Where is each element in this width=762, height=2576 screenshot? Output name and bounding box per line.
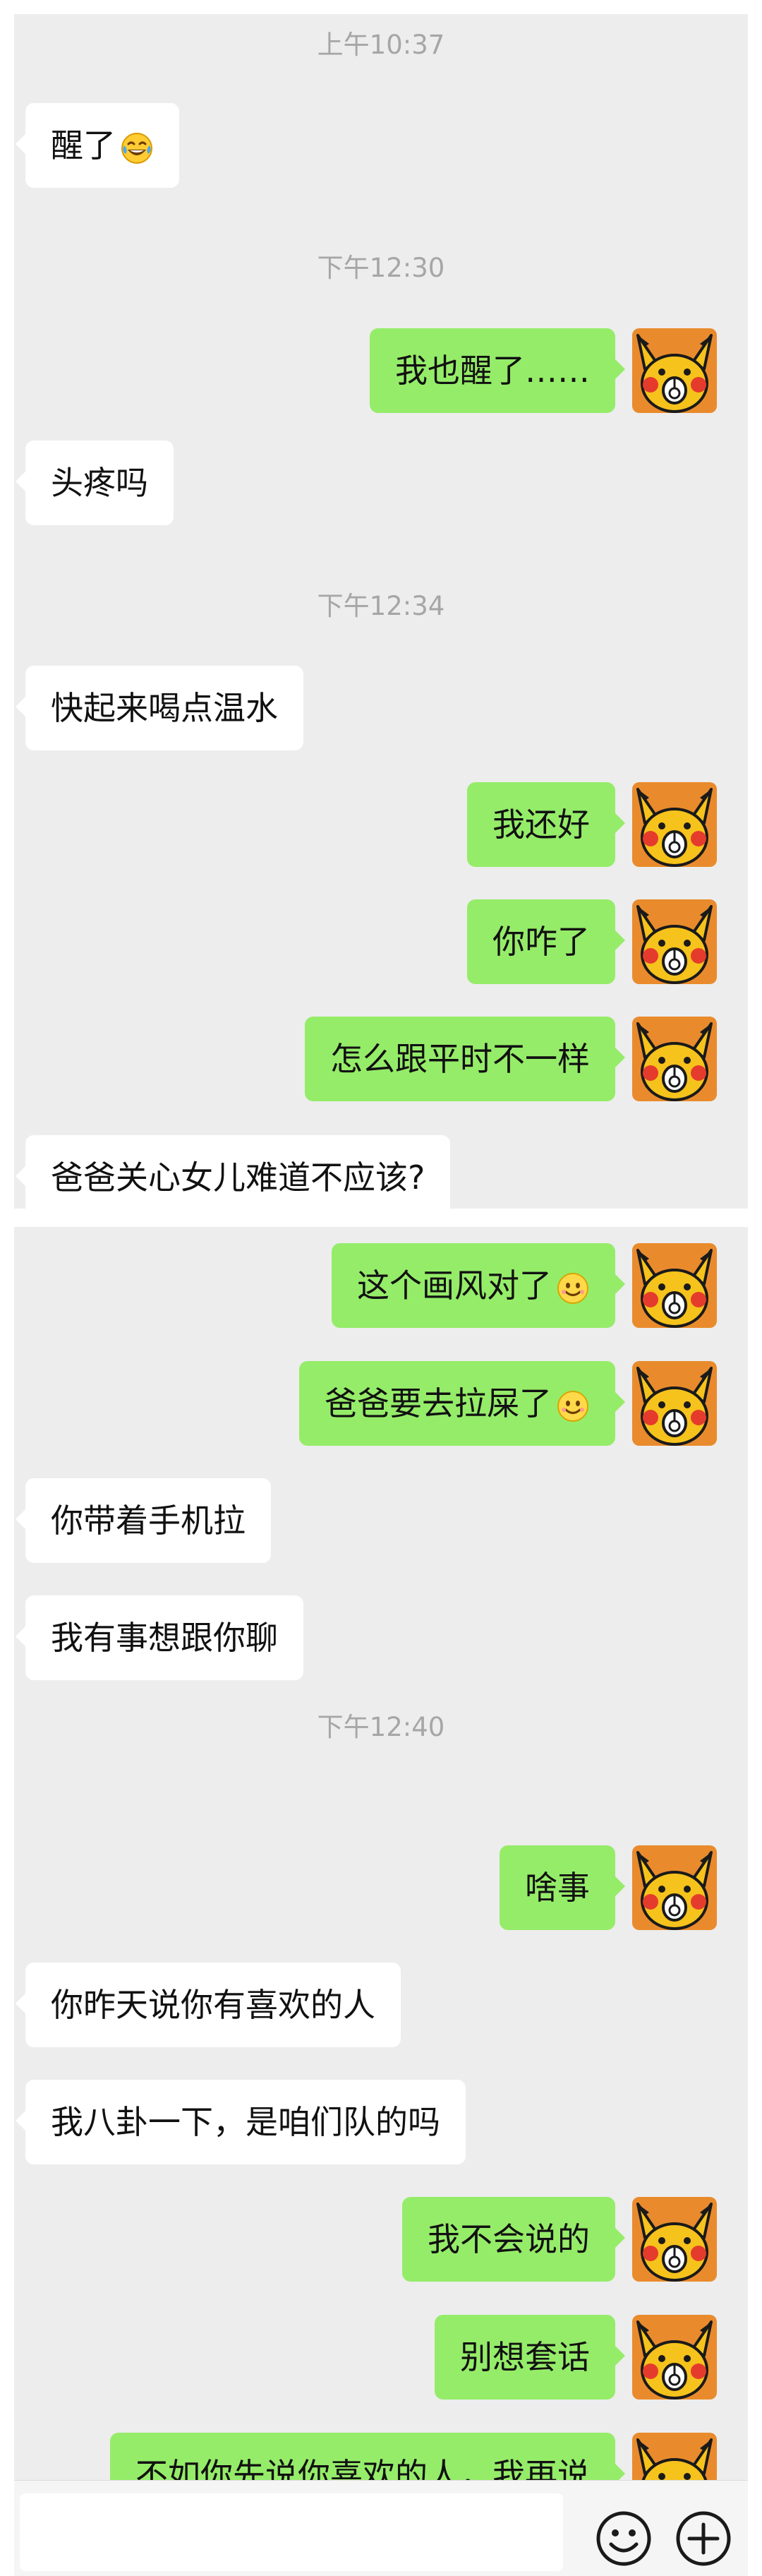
user-avatar-icon[interactable] [632,328,717,413]
timestamp: 下午12:40 [317,1712,445,1742]
sent-message-row: 我也醒了…… [14,328,748,413]
received-message-row: 醒了 [14,103,748,188]
message-text: 你带着手机拉 [51,1502,246,1540]
received-message-row: 爸爸关心女儿难道不应该? [14,1135,748,1220]
received-message-bubble[interactable]: 我有事想跟你聊 [16,1595,303,1680]
user-avatar-icon[interactable] [632,899,717,984]
sent-message-row: 我不会说的 [14,2197,748,2282]
sent-message-row: 别想套话 [14,2315,748,2400]
message-text: 你昨天说你有喜欢的人 [51,1986,375,2024]
received-message-row: 我有事想跟你聊 [14,1595,748,1680]
smile-emoji-icon [552,1384,590,1422]
sent-message-bubble[interactable]: 爸爸要去拉屎了 [299,1361,625,1446]
received-message-bubble[interactable]: 爸爸关心女儿难道不应该? [15,1135,451,1220]
received-message-row: 你带着手机拉 [14,1478,748,1563]
user-avatar-icon[interactable] [632,2315,717,2400]
plus-circle-icon[interactable] [674,2509,733,2568]
sent-message-row: 爸爸要去拉屎了 [14,1361,748,1446]
received-message-row: 你昨天说你有喜欢的人 [14,1963,748,2047]
received-message-row: 快起来喝点温水 [14,666,748,750]
message-text: 啥事 [525,1869,590,1907]
sent-message-row: 我还好 [14,782,748,867]
message-text: 我也醒了…… [395,352,590,390]
message-text: 爸爸关心女儿难道不应该? [51,1158,425,1197]
message-text: 头疼吗 [51,464,148,502]
sent-message-bubble[interactable]: 怎么跟平时不一样 [305,1017,625,1101]
message-text: 这个画风对了 [357,1266,552,1305]
user-avatar-icon[interactable] [632,1243,717,1328]
input-bar [14,2480,748,2576]
chat-screenshot-2: 这个画风对了 爸爸要去拉屎了 你带着手机拉 我有事想跟你聊下午12:40 啥事 你昨… [14,1227,748,2517]
user-avatar-icon[interactable] [632,1361,717,1446]
sent-message-row: 啥事 [14,1845,748,1930]
sent-message-bubble[interactable]: 我还好 [467,782,625,867]
user-avatar-icon[interactable] [632,1017,717,1101]
message-text: 我不会说的 [428,2220,590,2258]
message-text: 我八卦一下，是咱们队的吗 [51,2103,440,2141]
message-text: 怎么跟平时不一样 [330,1040,590,1078]
sent-message-bubble[interactable]: 我不会说的 [402,2197,625,2282]
sent-message-bubble[interactable]: 这个画风对了 [332,1243,625,1328]
received-message-bubble[interactable]: 醒了 [16,103,179,188]
sent-message-bubble[interactable]: 别想套话 [435,2315,625,2400]
received-message-bubble[interactable]: 头疼吗 [16,441,174,525]
received-message-row: 头疼吗 [14,441,748,525]
message-text: 醒了 [51,126,116,164]
user-avatar-icon[interactable] [632,782,717,867]
sent-message-bubble[interactable]: 你咋了 [467,899,625,984]
received-message-bubble[interactable]: 我八卦一下，是咱们队的吗 [16,2080,466,2164]
message-text: 我有事想跟你聊 [51,1619,278,1657]
sent-message-bubble[interactable]: 我也醒了…… [370,328,625,413]
message-text: 爸爸要去拉屎了 [325,1384,552,1422]
sent-message-row: 怎么跟平时不一样 [14,1017,748,1101]
received-message-bubble[interactable]: 你带着手机拉 [16,1478,271,1563]
message-text: 你咋了 [492,923,590,961]
sent-message-bubble[interactable]: 啥事 [500,1845,625,1930]
user-avatar-icon[interactable] [632,1845,717,1930]
message-list-1: 上午10:37 醒了下午12:30 我也醒了…… 头疼吗下午12:34 快起来喝点温水… [14,14,748,1220]
message-text: 我还好 [492,805,590,844]
chat-screenshot-1: 上午10:37 醒了下午12:30 我也醒了…… 头疼吗下午12:34 快起来喝点温水… [14,14,748,1220]
message-list-2: 这个画风对了 爸爸要去拉屎了 你带着手机拉 我有事想跟你聊下午12:40 啥事 你昨… [14,1227,748,2517]
laugh-cry-emoji-icon [116,126,154,164]
sent-message-row: 你咋了 [14,899,748,984]
received-message-bubble[interactable]: 快起来喝点温水 [16,666,303,750]
timestamp: 上午10:37 [317,30,445,60]
user-avatar-icon[interactable] [632,2197,717,2282]
message-input[interactable] [20,2493,563,2571]
received-message-row: 我八卦一下，是咱们队的吗 [14,2080,748,2164]
smile-emoji-icon [552,1266,590,1305]
timestamp: 下午12:30 [317,253,445,283]
message-text: 快起来喝点温水 [51,689,278,727]
sent-message-row: 这个画风对了 [14,1243,748,1328]
received-message-bubble[interactable]: 你昨天说你有喜欢的人 [16,1963,401,2047]
message-text: 别想套话 [460,2338,590,2376]
emoji-face-icon[interactable] [594,2509,653,2568]
timestamp: 下午12:34 [317,591,445,621]
